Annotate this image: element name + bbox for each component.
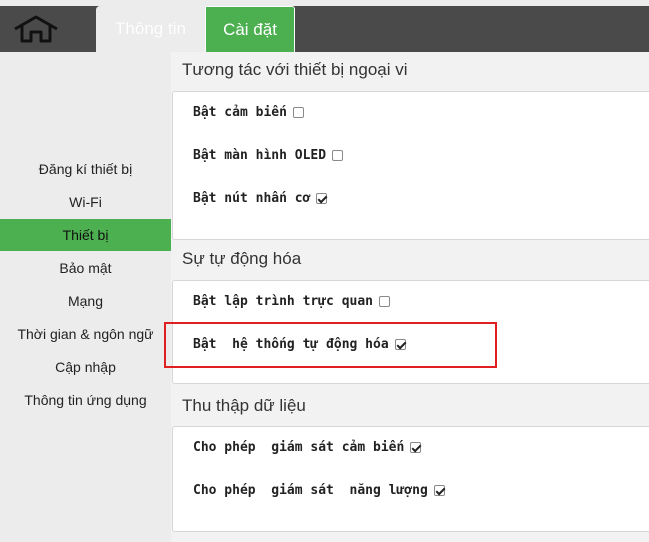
option-row: Cho phép giám sát cảm biến (193, 440, 422, 455)
home-button[interactable] (8, 12, 64, 46)
option-row: Bật màn hình OLED (193, 148, 344, 163)
section-title: Sự tự động hóa (182, 249, 302, 268)
sidebar-item-label: Thiết bị (62, 227, 109, 243)
sidebar-item-label: Thời gian & ngôn ngữ (17, 326, 154, 342)
section-title: Tương tác với thiết bị ngoại vi (182, 60, 408, 79)
sidebar-item-label: Đăng kí thiết bị (38, 161, 133, 177)
tab-info-label: Thông tin (115, 19, 186, 38)
home-icon (14, 15, 58, 43)
sidebar-item-network[interactable]: Mạng (0, 285, 171, 317)
option-label: Bật lập trình trực quan (193, 294, 374, 309)
option-row: Bật nút nhấn cơ (193, 191, 328, 206)
settings-content: Tương tác với thiết bị ngoại vi Bật cảm … (171, 52, 649, 542)
sidebar-item-time-language[interactable]: Thời gian & ngôn ngữ (0, 318, 171, 350)
option-row: Bật lập trình trực quan (193, 294, 391, 309)
option-row: Bật cảm biến (193, 105, 304, 120)
section-title: Thu thập dữ liệu (182, 396, 306, 415)
checkbox-enable-sensor[interactable] (292, 107, 304, 118)
option-label: Bật nút nhấn cơ (193, 191, 311, 206)
sidebar-item-device-registration[interactable]: Đăng kí thiết bị (0, 153, 171, 185)
sidebar-item-label: Cập nhập (55, 359, 116, 375)
option-label: Bật màn hình OLED (193, 148, 327, 163)
top-navigation-bar: Thông tin Cài đặt (0, 6, 649, 52)
option-label: Cho phép giám sát cảm biến (193, 440, 405, 455)
sidebar-item-label: Bảo mật (59, 260, 112, 276)
checkbox-monitor-sensor[interactable] (410, 442, 422, 453)
tab-settings-label: Cài đặt (223, 19, 277, 39)
checkbox-enable-visual-programming[interactable] (379, 296, 391, 307)
checkbox-enable-oled[interactable] (332, 150, 344, 161)
option-label: Cho phép giám sát năng lượng (193, 483, 428, 498)
sidebar-item-update[interactable]: Cập nhập (0, 351, 171, 383)
checkbox-monitor-energy[interactable] (433, 485, 445, 496)
sidebar-item-device[interactable]: Thiết bị (0, 219, 171, 251)
sidebar-item-label: Thông tin ứng dụng (24, 392, 147, 408)
tab-info[interactable]: Thông tin (96, 6, 205, 52)
sidebar-item-security[interactable]: Bảo mật (0, 252, 171, 284)
sidebar-item-label: Mạng (67, 293, 104, 309)
sidebar: Đăng kí thiết bị Wi-Fi Thiết bị Bảo mật … (0, 52, 171, 542)
sidebar-item-label: Wi-Fi (69, 194, 102, 210)
checkbox-enable-button[interactable] (316, 193, 328, 204)
sidebar-item-app-info[interactable]: Thông tin ứng dụng (0, 384, 171, 416)
highlight-box (164, 322, 497, 368)
settings-panel: Cho phép giám sát cảm biến Cho phép giám… (172, 426, 649, 532)
tab-settings[interactable]: Cài đặt (205, 6, 295, 52)
option-row: Cho phép giám sát năng lượng (193, 483, 445, 498)
sidebar-item-wifi[interactable]: Wi-Fi (0, 186, 171, 218)
settings-panel: Bật cảm biến Bật màn hình OLED Bật nút n… (172, 91, 649, 240)
option-label: Bật cảm biến (193, 105, 287, 120)
